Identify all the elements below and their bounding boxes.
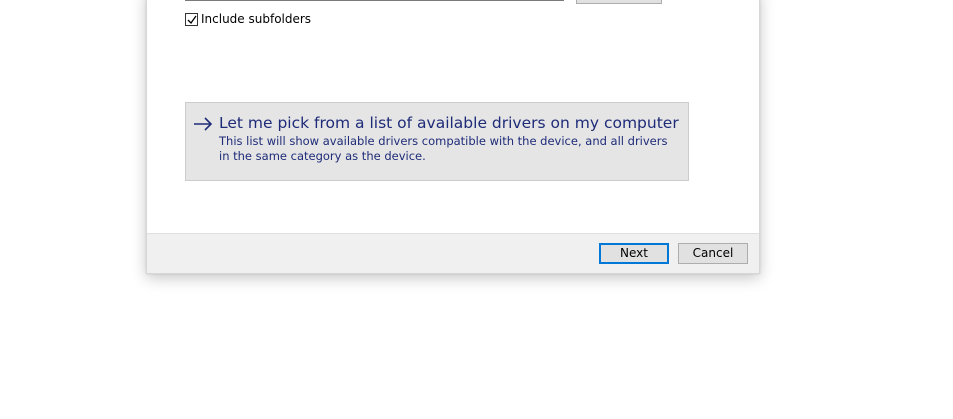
cancel-button[interactable]: Cancel (678, 243, 748, 264)
include-subfolders-label: Include subfolders (201, 12, 312, 26)
arrow-right-icon (194, 117, 213, 131)
pick-option-title: Let me pick from a list of available dri… (219, 114, 679, 132)
checkmark-icon (187, 15, 197, 24)
dialog-footer: Next Cancel (147, 233, 759, 273)
update-drivers-dialog: Include subfolders Let me pick from a li… (146, 0, 760, 274)
driver-path-input[interactable] (185, 0, 564, 1)
include-subfolders-checkbox[interactable] (185, 12, 198, 26)
browse-button[interactable] (576, 0, 662, 4)
pick-from-list-option[interactable]: Let me pick from a list of available dri… (185, 102, 689, 181)
include-subfolders-option[interactable]: Include subfolders (185, 12, 311, 26)
next-button[interactable]: Next (599, 243, 669, 264)
pick-option-description: This list will show available drivers co… (219, 134, 668, 163)
